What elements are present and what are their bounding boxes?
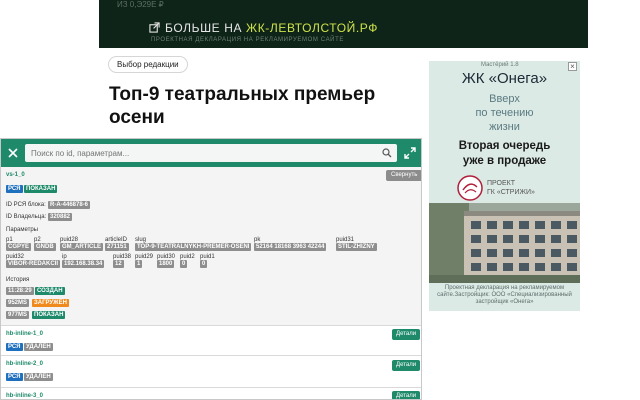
param-value: TOP-9-TEATRALNYKH-PREMER-OSENI — [135, 243, 252, 251]
ad-headline: Вторая очередь уже в продаже — [429, 139, 580, 169]
external-link-icon — [149, 22, 160, 33]
details-button[interactable]: Детали — [392, 391, 421, 399]
history-label: История — [6, 277, 30, 283]
ad-logo-line: ГК «СТРИЖИ» — [487, 189, 535, 196]
building-image-icon — [429, 203, 580, 283]
param-value: 0 — [180, 260, 188, 268]
ad-title: ЖК «Онега» — [461, 70, 548, 87]
search-input[interactable] — [25, 144, 397, 162]
banner-link[interactable]: ЖК-ЛЕВТОЛСТОЙ.РФ — [246, 21, 378, 35]
page: ИЗ 0,Э29Е ₽ БОЛЬШЕ НА ЖК-ЛЕВТОЛСТОЙ.РФ П… — [0, 0, 640, 400]
param-value: 1 — [135, 260, 143, 268]
param-value: GNDB — [34, 243, 56, 251]
param-value: GM_ARTICLE — [60, 243, 103, 251]
banner-faded-text: ИЗ 0,Э29Е ₽ — [117, 0, 164, 9]
param-value: CGPYE — [6, 243, 32, 251]
params-label: Параметры — [6, 227, 38, 233]
details-button[interactable]: Детали — [392, 329, 421, 340]
developer-logo-icon — [457, 175, 483, 201]
side-ad[interactable]: Мастёрий 1.8 × ЖК «Онега» Вверх по течен… — [429, 61, 580, 311]
banner-prefix: БОЛЬШЕ НА — [165, 21, 247, 35]
collapse-button[interactable]: Свернуть — [386, 170, 421, 181]
tag-badge: РСЯ — [6, 185, 23, 193]
ad-logo-text: ПРОЕКТ ГК «СТРИЖИ» — [487, 179, 535, 197]
ad-sub-line: по течению — [475, 107, 534, 119]
param-value: 192.168.38.34 — [62, 260, 105, 268]
article-title: Топ-9 театральных премьер осени — [109, 84, 376, 128]
block-id-link[interactable]: hb-inline-3_0 — [6, 393, 43, 399]
param-value: VIBOR-REDAKCII — [6, 260, 61, 268]
ad-headline-line: уже в продаже — [462, 155, 547, 167]
history-status: СОЗДАН — [35, 287, 65, 295]
param-value: 52164 18168 3963 42244 — [254, 243, 327, 251]
ad-building-photo — [429, 203, 580, 283]
block-row: hb-inline-1_0 Детали РСЯ УДАЛЕН — [1, 326, 421, 355]
banner-main-text: БОЛЬШЕ НА ЖК-ЛЕВТОЛСТОЙ.РФ — [165, 21, 378, 35]
history-status: ПОКАЗАН — [32, 311, 66, 319]
ad-disclaimer-line: Проектная декларация на рекламируемом — [444, 285, 565, 291]
block-id-link[interactable]: hb-inline-1_0 — [6, 331, 43, 337]
history-time: 977MS — [6, 311, 30, 319]
owner-label: ID Владельца: — [6, 214, 47, 220]
ad-debug-panel: vs-1_0 Свернуть РСЯ ПОКАЗАН ID РСЯ блока… — [0, 138, 422, 400]
ad-disclaimer-line: застройщик «Онега» — [475, 299, 534, 305]
block-id-link[interactable]: vs-1_0 — [6, 172, 25, 178]
search-icon[interactable] — [382, 148, 392, 158]
param-value: 271151 — [105, 243, 129, 251]
ad-subtitle: Вверх по течению жизни — [429, 92, 580, 134]
history-time: 11:28:29 — [6, 287, 34, 295]
expand-icon[interactable] — [404, 147, 416, 159]
param-value: 1800 — [157, 260, 175, 268]
ad-logo-line: ПРОЕКТ — [487, 180, 516, 187]
status-badge: УДАЛЕН — [24, 343, 53, 351]
status-badge: ПОКАЗАН — [24, 185, 58, 193]
ad-headline-line: Вторая очередь — [458, 140, 551, 152]
panel-header — [1, 139, 421, 167]
param-value: 12 — [113, 260, 124, 268]
status-badge: УДАЛЕН — [24, 373, 53, 381]
history-time: 952MS — [6, 299, 30, 307]
ad-small-text: Мастёрий 1.8 — [481, 62, 519, 68]
details-button[interactable]: Детали — [392, 360, 421, 371]
tag-badge: РСЯ — [6, 373, 23, 381]
rsya-label: ID РСЯ блока: — [6, 202, 46, 208]
block-id-link[interactable]: hb-inline-2_0 — [6, 361, 43, 367]
history-status: ЗАГРУЖЕН — [32, 299, 69, 307]
param-value: STIL-ZHIZNY — [336, 243, 377, 251]
ad-sub-line: Вверх — [489, 93, 520, 105]
top-banner-ad[interactable]: ИЗ 0,Э29Е ₽ БОЛЬШЕ НА ЖК-ЛЕВТОЛСТОЙ.РФ П… — [99, 0, 588, 48]
rsya-value: R-A-446878-6 — [48, 201, 91, 209]
ad-sub-line: жизни — [489, 121, 520, 133]
ad-disclaimer-line: сайте.Застройщик: ООО «Специализированны… — [437, 292, 572, 298]
param-value: 0 — [200, 260, 208, 268]
tag-badge: РСЯ — [6, 343, 23, 351]
ad-disclaimer: Проектная декларация на рекламируемом са… — [429, 285, 580, 306]
block-row: hb-inline-2_0 Детали РСЯ УДАЛЕН — [1, 356, 421, 387]
editor-choice-tag[interactable]: Выбор редакции — [108, 56, 188, 73]
block-row: hb-inline-3_0 Детали — [1, 388, 421, 399]
banner-note: ПРОЕКТНАЯ ДЕКЛАРАЦИЯ НА РЕКЛАМИРУЕМОМ СА… — [151, 37, 344, 43]
owner-value: 320882 — [48, 213, 73, 221]
close-icon[interactable] — [5, 145, 21, 161]
